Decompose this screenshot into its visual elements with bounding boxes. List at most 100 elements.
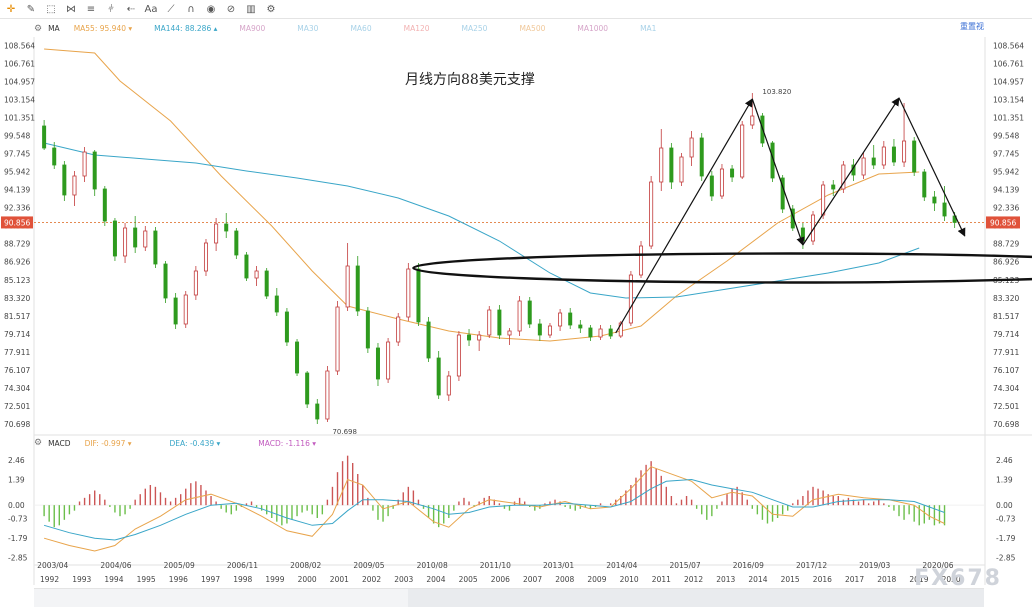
candle-body (52, 147, 57, 166)
year-label: 2016 (813, 575, 832, 584)
price-tick-label-right: 104.957 (993, 77, 1024, 86)
time-label: 2010/08 (417, 561, 448, 570)
year-label: 2006 (491, 575, 510, 584)
year-label: 2002 (362, 575, 381, 584)
candle-body (335, 306, 340, 372)
year-label: 2008 (555, 575, 574, 584)
candle-body (456, 334, 461, 377)
candle-body (608, 328, 613, 337)
year-label: 2013 (716, 575, 735, 584)
year-label: 1996 (169, 575, 188, 584)
candle-body (62, 164, 67, 196)
year-label: 1995 (137, 575, 156, 584)
dea-line (43, 478, 945, 541)
year-label: 2017 (845, 575, 864, 584)
price-tick-label-right: 88.729 (993, 240, 1019, 249)
time-label: 2005/09 (164, 561, 195, 570)
macd-tick-label-left: -1.79 (8, 534, 28, 543)
price-tick-label-left: 74.304 (4, 384, 30, 393)
price-tick-label-left: 94.139 (4, 186, 30, 195)
price-tick-label-left: 81.517 (4, 312, 30, 321)
price-tick-label-right: 74.304 (993, 384, 1019, 393)
candle-body (102, 188, 107, 222)
current-price-label-left: 90.856 (4, 218, 30, 227)
price-tick-label-right: 97.745 (993, 150, 1019, 159)
candle-body (305, 372, 310, 405)
macd-tick-label-right: 1.39 (996, 476, 1013, 485)
price-tick-label-right: 106.761 (993, 59, 1024, 68)
time-label: 2016/09 (733, 561, 764, 570)
time-label: 2011/10 (480, 561, 511, 570)
price-tick-label-left: 104.957 (4, 77, 35, 86)
price-tick-label-right: 108.564 (993, 41, 1024, 50)
candle-body (224, 223, 229, 232)
candle-body (416, 268, 421, 323)
candle-body (487, 309, 492, 336)
candle-body (527, 300, 532, 325)
trend-arrow (802, 97, 900, 246)
time-label: 2009/05 (353, 561, 384, 570)
candle-body (406, 268, 411, 318)
trend-arrow (615, 98, 753, 334)
year-label: 1992 (40, 575, 59, 584)
candle-body (325, 370, 330, 420)
candle-body (598, 328, 603, 338)
macd-tick-label-left: 0.00 (8, 501, 25, 510)
price-tick-label-left: 99.548 (4, 132, 30, 141)
candle-body (932, 196, 937, 204)
candle-body (709, 175, 714, 197)
candle-body (112, 220, 117, 257)
price-tick-label-right: 103.154 (993, 95, 1024, 104)
price-tick-label-right: 95.942 (993, 168, 1019, 177)
time-label: 2017/12 (796, 561, 827, 570)
low-label: 70.698 (332, 428, 357, 436)
price-tick-label-left: 70.698 (4, 420, 30, 429)
support-ellipse (412, 252, 1032, 284)
candle-body (193, 270, 198, 296)
price-tick-label-left: 88.729 (4, 240, 30, 249)
time-label: 2015/07 (669, 561, 700, 570)
candle-body (578, 324, 583, 329)
macd-tick-label-right: -0.73 (996, 515, 1016, 524)
price-tick-label-right: 70.698 (993, 420, 1019, 429)
price-tick-label-right: 94.139 (993, 186, 1019, 195)
candle-body (133, 227, 138, 248)
candle-body (72, 175, 77, 196)
candle-body (244, 254, 249, 279)
year-label: 2004 (426, 575, 445, 584)
year-label: 1997 (201, 575, 220, 584)
candle-body (264, 270, 269, 297)
dif-line (43, 466, 945, 552)
ma144-line (43, 142, 920, 299)
chart-canvas[interactable]: 108.564 108.564 106.761 106.761 104.957 104.9… (0, 0, 1032, 611)
price-tick-label-right: 99.548 (993, 132, 1019, 141)
price-tick-label-left: 101.351 (4, 113, 35, 122)
candle-body (315, 403, 320, 420)
price-tick-label-left: 79.714 (4, 330, 30, 339)
candle-body (477, 334, 482, 341)
macd-tick-label-right: 2.46 (996, 456, 1013, 465)
trend-arrow (898, 97, 966, 237)
candle-body (203, 242, 208, 272)
time-label: 2008/02 (290, 561, 321, 570)
scroll-thumb[interactable] (408, 589, 984, 607)
candle-body (153, 230, 158, 265)
candle-body (365, 310, 370, 349)
candle-body (436, 357, 441, 396)
candle-body (92, 151, 97, 190)
year-label: 2000 (298, 575, 317, 584)
price-tick-label-left: 77.911 (4, 348, 30, 357)
candle-body (942, 202, 947, 217)
candle-body (42, 125, 47, 149)
candle-body (183, 294, 188, 325)
price-tick-label-right: 81.517 (993, 312, 1019, 321)
time-scrollbar[interactable] (34, 588, 984, 607)
candle-body (467, 334, 472, 341)
candle-body (912, 140, 917, 173)
candle-body (386, 341, 391, 380)
candle-body (740, 124, 745, 178)
high-label: 103.820 (762, 88, 791, 96)
candle-body (234, 230, 239, 256)
candle-body (426, 321, 431, 359)
candle-body (800, 227, 805, 242)
